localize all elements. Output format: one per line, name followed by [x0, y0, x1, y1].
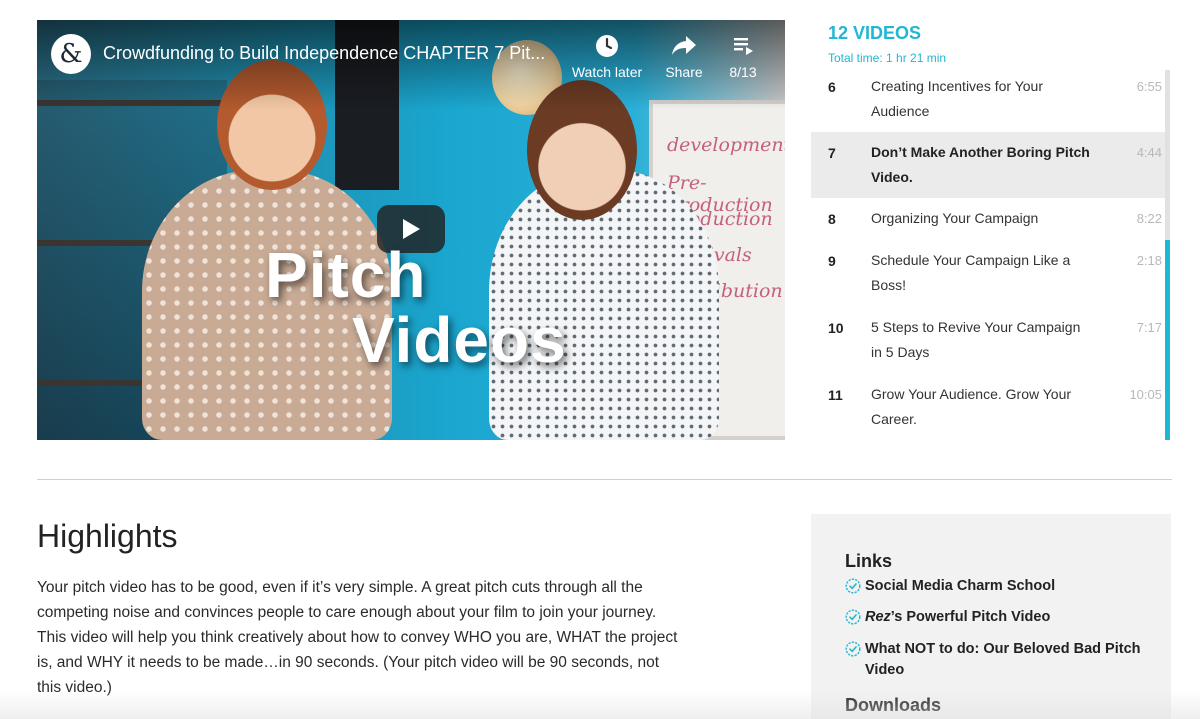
playlist-item-number: 7	[828, 145, 836, 161]
video-player[interactable]: development Pre-Production Production Fe…	[37, 20, 785, 440]
playlist-icon	[734, 38, 753, 55]
playlist-item[interactable]: 8 Organizing Your Campaign 8:22	[811, 200, 1166, 240]
section-divider	[37, 479, 1172, 480]
check-badge-icon	[845, 578, 861, 594]
clock-icon	[596, 35, 618, 57]
share-label: Share	[665, 64, 703, 80]
playlist-item[interactable]: 6 Creating Incentives for Your Audience …	[811, 70, 1166, 130]
watch-later-button[interactable]: Watch later	[569, 34, 645, 80]
playlist-item-number: 10	[828, 320, 844, 336]
playlist-item-duration: 2:18	[1136, 253, 1162, 268]
playlist-count: 12 VIDEOS	[828, 23, 922, 43]
title-card-line: Pitch	[265, 239, 427, 311]
link-social-media-charm-school[interactable]: Social Media Charm School	[845, 576, 1145, 597]
link-bad-pitch-video[interactable]: What NOT to do: Our Beloved Bad Pitch Vi…	[845, 639, 1145, 681]
link-rez-pitch-video[interactable]: Rez’s Powerful Pitch Video	[845, 607, 1145, 628]
playlist-item-title: Organizing Your Campaign	[871, 210, 1039, 226]
whiteboard-line: development	[667, 134, 785, 156]
playlist-item-active[interactable]: 7 Don’t Make Another Boring Pitch Video.…	[811, 132, 1166, 198]
playlist-item-duration: 6:55	[1136, 79, 1162, 94]
playlist-position: 8/13	[729, 64, 757, 80]
playlist-item-number: 8	[828, 211, 836, 227]
link-label-rest: ’s Powerful Pitch Video	[890, 609, 1051, 625]
playlist-item-title: Schedule Your Campaign Like a Boss!	[871, 252, 1071, 293]
channel-logo[interactable]: &	[51, 34, 91, 74]
highlights-heading: Highlights	[37, 518, 178, 554]
link-label: Rez’s Powerful Pitch Video	[845, 607, 1145, 628]
downloads-heading: Downloads	[845, 695, 942, 715]
playlist-item-title: 5 Steps to Revive Your Campaign in 5 Day…	[871, 319, 1081, 360]
check-badge-icon	[845, 641, 861, 657]
link-label: Social Media Charm School	[865, 578, 1056, 594]
play-icon	[403, 219, 420, 239]
playlist-item-number: 6	[828, 79, 836, 95]
links-heading: Links	[845, 551, 893, 571]
playlist-item-title: Creating Incentives for Your Audience	[871, 78, 1043, 119]
playlist-scrollbar-thumb[interactable]	[1165, 240, 1170, 440]
playlist-item-title: Grow Your Audience. Grow Your Career.	[871, 386, 1072, 427]
playlist-item-duration: 4:44	[1136, 145, 1162, 160]
watch-later-label: Watch later	[571, 64, 643, 80]
playlist-item[interactable]: 11 Grow Your Audience. Grow Your Career.…	[811, 374, 1166, 440]
share-arrow-icon	[672, 36, 696, 55]
link-label: What NOT to do: Our Beloved Bad Pitch Vi…	[865, 641, 1141, 678]
playlist-item-number: 9	[828, 253, 836, 269]
playlist-item-title: Don’t Make Another Boring Pitch Video.	[871, 144, 1090, 185]
playlist-item[interactable]: 10 5 Steps to Revive Your Campaign in 5 …	[811, 308, 1166, 372]
playlist-button[interactable]: 8/13	[705, 34, 781, 80]
resources-panel: Links Social Media Charm School Rez’s Po…	[811, 514, 1171, 719]
playlist-item-duration: 7:17	[1136, 320, 1162, 335]
check-badge-icon	[845, 609, 861, 625]
link-label-italic: Rez	[865, 609, 891, 625]
playlist-total-time: Total time: 1 hr 21 min	[828, 51, 947, 65]
video-title[interactable]: Crowdfunding to Build Independence CHAPT…	[103, 43, 563, 64]
playlist-item-number: 11	[828, 387, 843, 403]
playlist-item-duration: 8:22	[1136, 211, 1162, 226]
playlist-list: 6 Creating Incentives for Your Audience …	[811, 70, 1172, 440]
title-card-line: Videos	[352, 304, 567, 376]
playlist-item-duration: 10:05	[1129, 387, 1162, 402]
highlights-body: Your pitch video has to be good, even if…	[37, 579, 678, 696]
playlist-item[interactable]: 9 Schedule Your Campaign Like a Boss! 2:…	[811, 242, 1166, 306]
